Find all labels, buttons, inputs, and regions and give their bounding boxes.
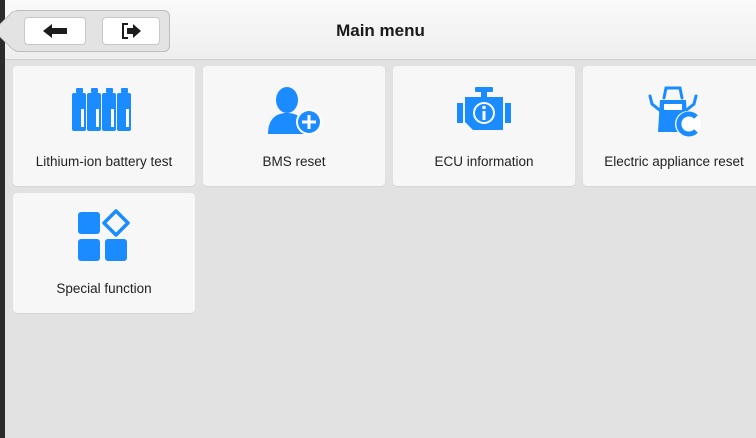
menu-tile-label: Electric appliance reset bbox=[604, 154, 744, 169]
nav-button-group bbox=[12, 10, 170, 52]
back-arrow-icon bbox=[43, 24, 67, 38]
back-button[interactable] bbox=[24, 17, 86, 45]
user-add-icon bbox=[268, 87, 322, 135]
menu-tile-electric-appliance-reset[interactable]: Electric appliance reset bbox=[583, 66, 756, 186]
menu-tile-special-function[interactable]: Special function bbox=[13, 193, 195, 313]
menu-tile-label: Lithium-ion battery test bbox=[35, 154, 173, 169]
menu-tile-label: BMS reset bbox=[262, 154, 326, 169]
special-function-icon bbox=[78, 209, 130, 261]
battery-icon bbox=[72, 88, 131, 131]
engine-info-icon bbox=[457, 87, 511, 130]
menu-tile-bms-reset[interactable]: BMS reset bbox=[203, 66, 385, 186]
app-screen: Main menu Lithium-ion battery test BMS r… bbox=[0, 0, 756, 438]
menu-tile-label: ECU information bbox=[434, 154, 534, 169]
car-door-reset-icon bbox=[648, 86, 701, 137]
menu-tile-lithium-battery-test[interactable]: Lithium-ion battery test bbox=[13, 66, 195, 186]
menu-tile-ecu-information[interactable]: ECU information bbox=[393, 66, 575, 186]
device-bezel bbox=[0, 0, 5, 438]
menu-tile-label: Special function bbox=[56, 281, 152, 296]
exit-icon bbox=[122, 23, 141, 39]
exit-button[interactable] bbox=[102, 17, 160, 45]
title-bar: Main menu bbox=[5, 0, 756, 60]
